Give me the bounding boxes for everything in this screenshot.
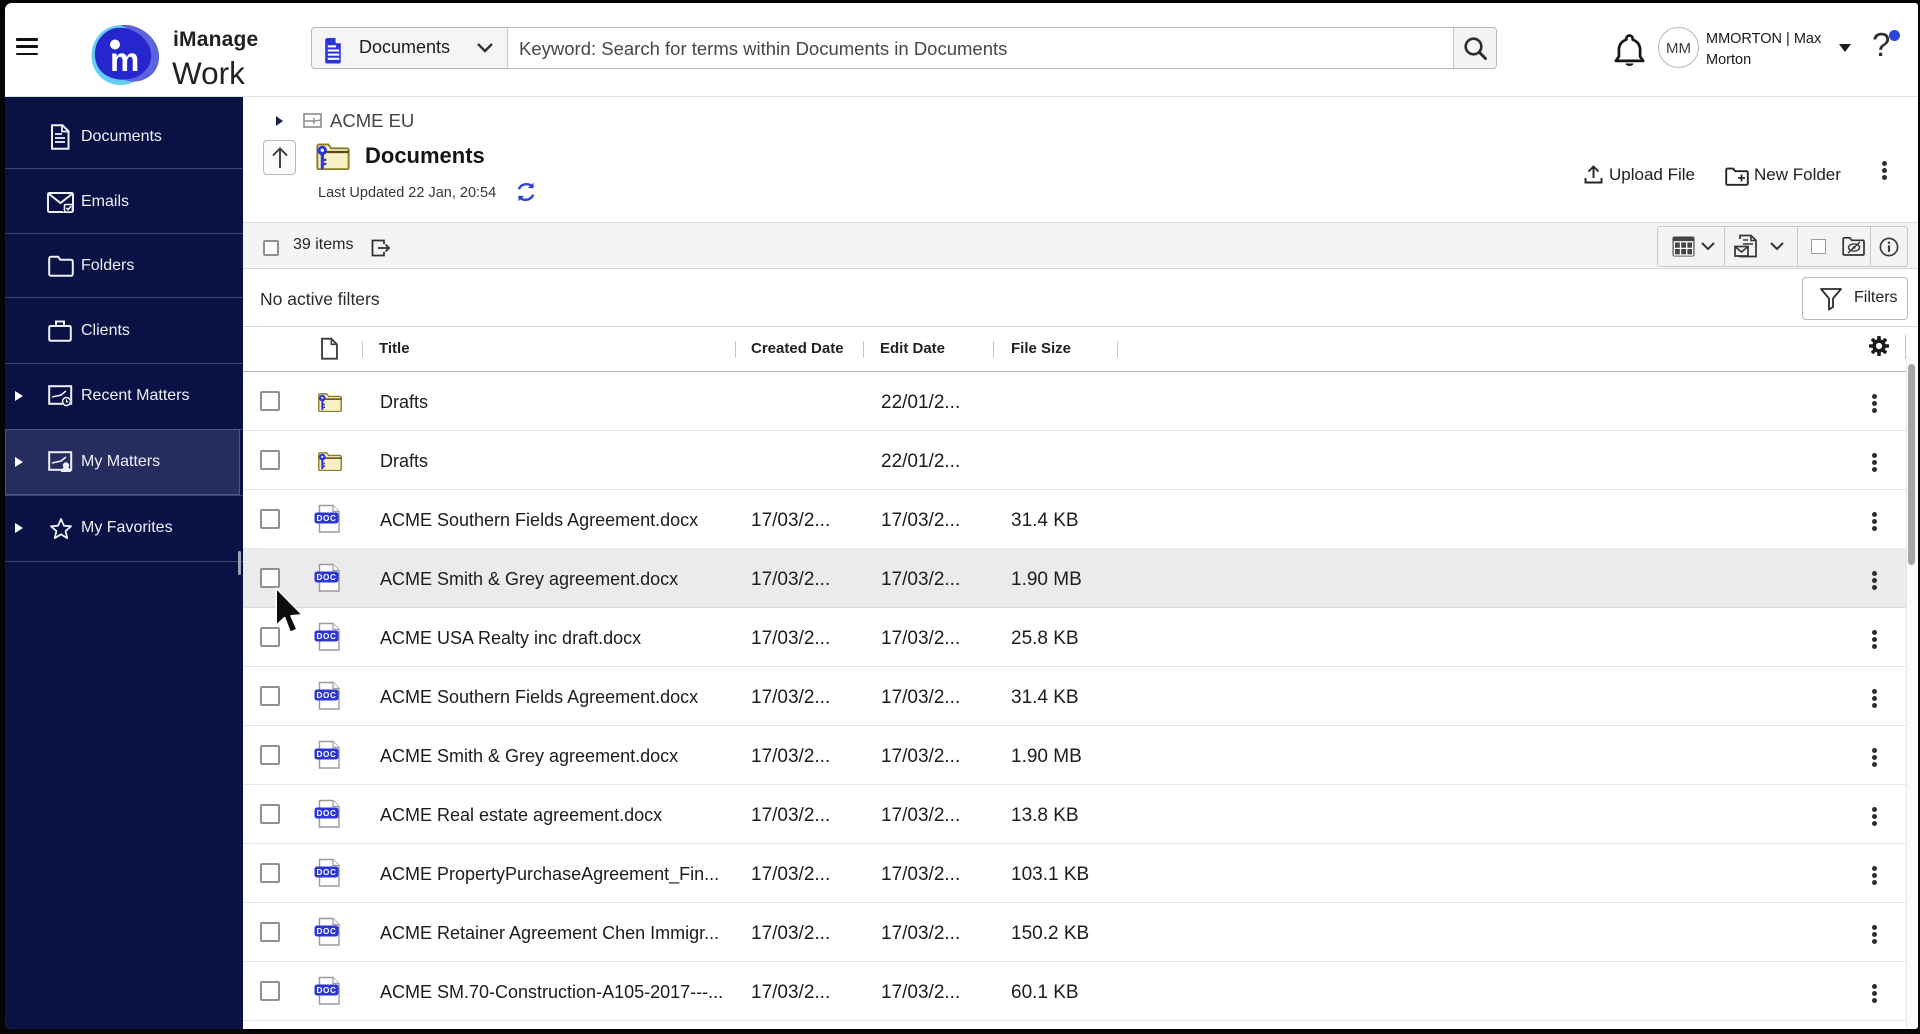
svg-text:DOC: DOC	[317, 750, 337, 759]
svg-text:DOC: DOC	[317, 691, 337, 700]
svg-text:DOC: DOC	[317, 868, 337, 877]
svg-text:DOC: DOC	[317, 514, 337, 523]
svg-text:DOC: DOC	[317, 986, 337, 995]
svg-text:m: m	[110, 41, 139, 78]
svg-text:DOC: DOC	[317, 927, 337, 936]
svg-text:DOC: DOC	[317, 573, 337, 582]
svg-text:DOC: DOC	[317, 809, 337, 818]
svg-text:DOC: DOC	[317, 632, 337, 641]
